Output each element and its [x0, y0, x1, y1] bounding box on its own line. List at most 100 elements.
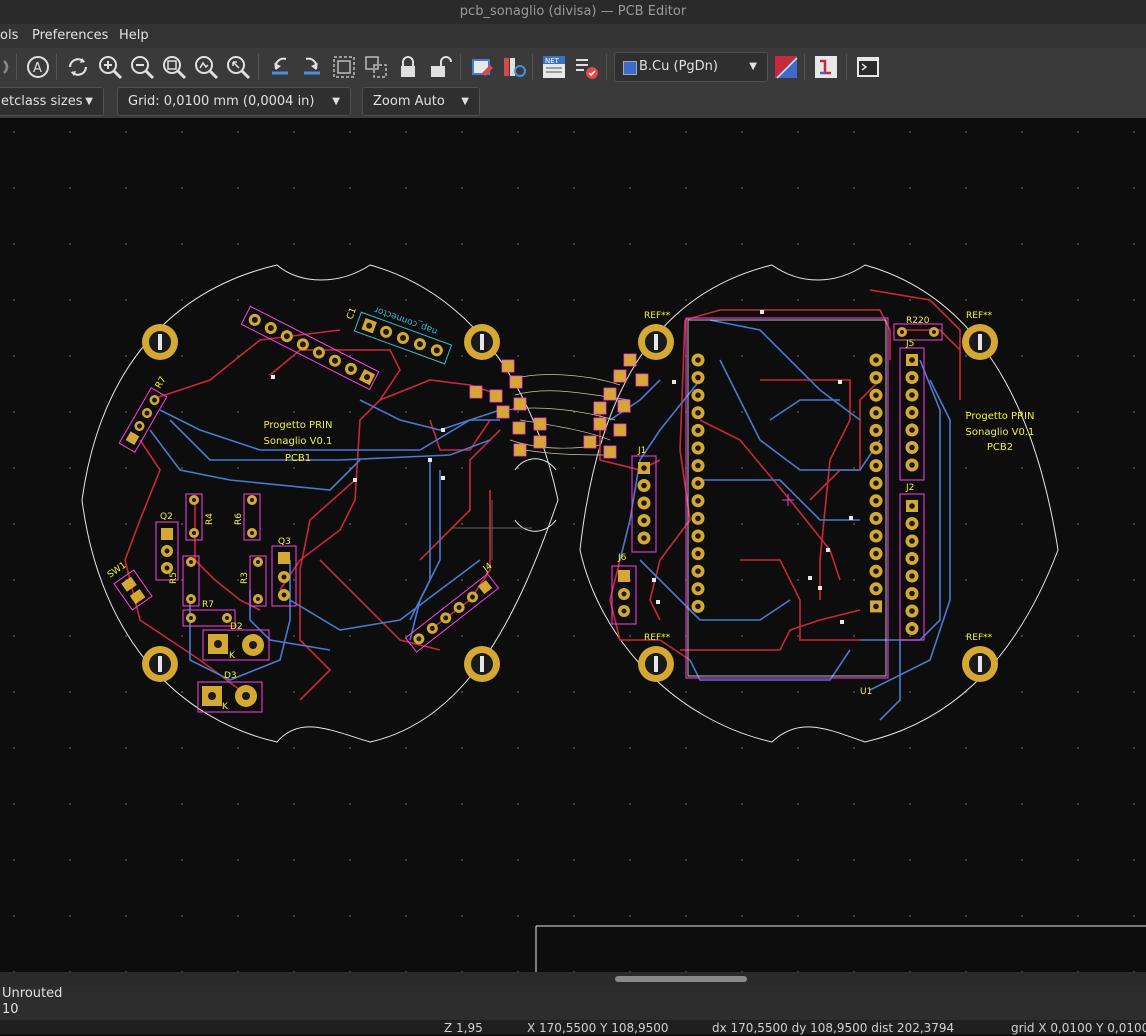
pin-hole — [641, 465, 647, 471]
ungroup-icon[interactable] — [362, 53, 390, 81]
pin-hole — [909, 462, 915, 468]
footprint-editor-icon[interactable] — [468, 53, 496, 81]
layer-select-value: B.Cu (PgDn) — [639, 59, 718, 74]
pin-hole — [909, 392, 915, 398]
terminal-icon[interactable] — [854, 53, 882, 81]
netlist-icon[interactable]: NET — [540, 53, 568, 81]
label-r7: R7 — [202, 600, 214, 610]
label-r220: R220 — [906, 316, 930, 326]
pin-hole — [873, 568, 879, 574]
pin-hole — [641, 482, 647, 489]
pin-hole — [909, 444, 915, 451]
zoom-in-icon[interactable] — [96, 53, 124, 81]
label-ref-br: REF** — [966, 633, 993, 643]
menu-help[interactable]: Help — [119, 24, 149, 48]
u1-left-pins — [691, 353, 705, 613]
pcb-canvas[interactable]: nap_connector Progetto PRIN Sonaglio V0.… — [0, 118, 1146, 972]
unrouted-label: Unrouted — [2, 986, 63, 1001]
label-r5: R5 — [169, 572, 179, 584]
pin-hole — [695, 550, 701, 557]
pin-hole — [909, 520, 915, 527]
pin-hole — [873, 586, 879, 592]
label-ref-tl: REF** — [644, 311, 671, 321]
menu-preferences[interactable]: Preferences — [32, 24, 108, 48]
unlock-icon[interactable] — [426, 53, 454, 81]
layer-pair-icon[interactable] — [772, 53, 800, 81]
pin-hole — [873, 550, 879, 557]
zoom-out-icon[interactable] — [128, 53, 156, 81]
rotate-cw-icon[interactable] — [298, 53, 326, 81]
horizontal-scrollbar[interactable] — [0, 972, 1146, 986]
layer-select[interactable]: B.Cu (PgDn) ▼ — [614, 52, 768, 82]
unrouted-count: 10 — [2, 1002, 19, 1017]
pin-hole — [695, 374, 701, 381]
refresh-icon[interactable] — [64, 53, 92, 81]
pin-hole — [873, 603, 879, 610]
pcb2-title-line2: Sonaglio V0.1 — [966, 427, 1035, 438]
scripting-icon[interactable] — [812, 53, 840, 81]
pcb1-title-line2: Sonaglio V0.1 — [264, 436, 333, 447]
pin-hole — [695, 498, 701, 504]
label-r3: R3 — [240, 572, 250, 584]
pin-hole — [909, 357, 915, 363]
pin-hole — [873, 480, 879, 487]
zoom-selection-icon[interactable] — [224, 53, 252, 81]
pcb1-title-line1: Progetto PRIN — [264, 420, 333, 431]
pin-hole — [695, 480, 701, 487]
pin-hole — [695, 445, 701, 451]
status-bar: Z 1,95 X 170,5500 Y 108,9500 dx 170,5500… — [0, 1020, 1146, 1035]
zoom-objects-icon[interactable] — [192, 53, 220, 81]
label-q2: Q2 — [160, 512, 173, 522]
pin-hole — [695, 427, 701, 434]
track-width-value: etclass sizes — [1, 94, 83, 109]
grid-value: Grid: 0,0100 mm (0,0004 in) — [128, 94, 315, 109]
pin-hole — [909, 538, 915, 544]
pin-hole — [873, 498, 879, 504]
label-r4: R4 — [205, 513, 215, 525]
pin-hole — [873, 445, 879, 451]
rotate-ccw-icon[interactable] — [266, 53, 294, 81]
chevron-down-icon: ▼ — [332, 96, 340, 107]
lock-icon[interactable] — [394, 53, 422, 81]
zoom-fit-icon[interactable] — [160, 53, 188, 81]
scrollbar-thumb[interactable] — [615, 976, 747, 982]
svg-text:A: A — [33, 61, 42, 76]
chevron-down-icon: ▼ — [461, 96, 469, 107]
pin-hole — [695, 357, 701, 363]
pin-hole — [909, 608, 915, 614]
pin-hole — [873, 357, 879, 363]
pin-hole — [641, 500, 647, 506]
pin-hole — [695, 515, 701, 522]
menu-tools[interactable]: ols — [0, 24, 18, 48]
grid-select[interactable]: Grid: 0,0100 mm (0,0004 in) ▼ — [117, 87, 351, 116]
redo-partial-icon[interactable] — [0, 53, 14, 81]
label-u1: U1 — [860, 687, 872, 697]
pin-hole — [873, 462, 879, 469]
pin-hole — [909, 590, 915, 597]
aux-toolbar: etclass sizes ▼ Grid: 0,0100 mm (0,0004 … — [0, 86, 1146, 118]
main-toolbar: A NET B.Cu (PgDn) ▼ — [0, 48, 1146, 86]
pin-hole — [909, 503, 915, 509]
library-browser-icon[interactable] — [500, 53, 528, 81]
zoom-select[interactable]: Zoom Auto ▼ — [362, 87, 480, 116]
pcb2-title-line1: Progetto PRIN — [966, 411, 1035, 422]
grid-dots — [0, 118, 1146, 972]
pin-hole — [909, 374, 915, 381]
track-width-select[interactable]: etclass sizes ▼ — [0, 87, 104, 116]
drc-icon[interactable] — [572, 53, 600, 81]
group-icon[interactable] — [330, 53, 358, 81]
pin-hole — [873, 427, 879, 434]
pin-hole — [695, 392, 701, 399]
zoom-value: Zoom Auto — [373, 94, 445, 109]
label-j1: J1 — [637, 446, 646, 456]
pin-hole — [873, 374, 879, 381]
find-icon[interactable]: A — [24, 53, 52, 81]
chevron-down-icon: ▼ — [85, 96, 93, 107]
pin-hole — [873, 410, 879, 416]
pin-hole — [873, 392, 879, 399]
menu-bar: ols Preferences Help — [0, 24, 1146, 48]
pin-hole — [695, 603, 701, 610]
pcb1-ref: PCB1 — [285, 453, 311, 464]
pin-hole — [641, 517, 647, 524]
svg-text:NET: NET — [545, 57, 560, 65]
